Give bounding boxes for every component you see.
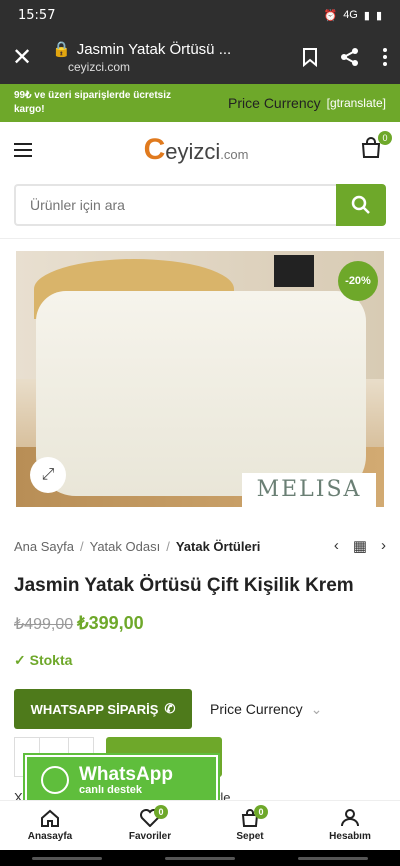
favorites-count-badge: 0 bbox=[154, 805, 168, 819]
whatsapp-icon: ✆ bbox=[164, 701, 176, 716]
gtranslate-widget[interactable]: [gtranslate] bbox=[327, 96, 386, 110]
browser-titles: 🔒 Jasmin Yatak Örtüsü ... ceyizci.com bbox=[42, 40, 302, 75]
user-icon bbox=[341, 809, 359, 827]
site-logo[interactable]: Ceyizci.com bbox=[32, 133, 360, 167]
nav-account[interactable]: Hesabım bbox=[300, 801, 400, 850]
system-navigation-bar bbox=[0, 850, 400, 866]
signal-icon: ▮ bbox=[363, 9, 370, 22]
alarm-icon: ⏰ bbox=[323, 9, 338, 22]
price-block: ₺499,00 ₺399,00 bbox=[14, 613, 386, 634]
share-icon[interactable] bbox=[340, 47, 360, 67]
search-icon bbox=[351, 195, 370, 214]
tv-shape bbox=[274, 255, 314, 287]
breadcrumb: Ana Sayfa / Yatak Odası / Yatak Örtüleri… bbox=[14, 537, 386, 555]
whatsapp-support-button[interactable]: WhatsApp canlı destek bbox=[25, 755, 218, 805]
status-time: 15:57 bbox=[18, 7, 56, 23]
status-bar: 15:57 ⏰ 4G ▮ ▮ bbox=[0, 0, 400, 30]
status-icons: ⏰ 4G ▮ ▮ bbox=[323, 9, 382, 22]
search-button[interactable] bbox=[336, 184, 386, 226]
breadcrumb-current: Yatak Örtüleri bbox=[175, 538, 261, 554]
chevron-down-icon: ⌄ bbox=[310, 700, 323, 717]
sale-price: ₺399,00 bbox=[77, 613, 144, 633]
battery-icon: ▮ bbox=[375, 9, 382, 22]
stock-status: ✓ Stokta bbox=[14, 652, 73, 668]
nav-home[interactable]: Anasayfa bbox=[0, 801, 100, 850]
nav-cart[interactable]: 0 Sepet bbox=[200, 801, 300, 850]
prev-product-icon[interactable]: ‹ bbox=[334, 537, 339, 555]
currency-selector[interactable]: Price Currency bbox=[228, 95, 321, 111]
product-title: Jasmin Yatak Örtüsü Çift Kişilik Krem bbox=[14, 575, 354, 596]
site-header: Ceyizci.com 0 bbox=[0, 122, 400, 178]
page-domain: ceyizci.com bbox=[68, 60, 131, 74]
bookmark-icon[interactable] bbox=[302, 47, 318, 67]
search-bar bbox=[14, 184, 386, 226]
zoom-icon[interactable]: ⤢ bbox=[30, 457, 66, 493]
divider bbox=[0, 238, 400, 239]
whatsapp-order-button[interactable]: WHATSAPP SİPARİŞ ✆ bbox=[14, 689, 192, 729]
bedspread-shape bbox=[36, 291, 366, 496]
whatsapp-icon bbox=[41, 766, 69, 794]
lock-icon: 🔒 bbox=[52, 41, 71, 58]
bottom-navigation: Anasayfa 0 Favoriler 0 Sepet Hesabım bbox=[0, 800, 400, 850]
discount-badge: -20% bbox=[338, 261, 378, 301]
menu-icon[interactable] bbox=[14, 139, 32, 161]
free-shipping-message: 99₺ ve üzeri siparişlerde ücretsiz kargo… bbox=[14, 90, 171, 115]
next-product-icon[interactable]: › bbox=[381, 537, 386, 555]
order-actions: WHATSAPP SİPARİŞ ✆ Price Currency ⌄ bbox=[14, 689, 386, 729]
nav-favorites[interactable]: 0 Favoriler bbox=[100, 801, 200, 850]
network-label: 4G bbox=[343, 9, 358, 21]
more-options-icon[interactable] bbox=[382, 47, 388, 67]
breadcrumb-bedroom[interactable]: Yatak Odası bbox=[90, 539, 161, 554]
breadcrumb-home[interactable]: Ana Sayfa bbox=[14, 539, 74, 554]
cart-count-badge: 0 bbox=[254, 805, 268, 819]
checkmark-icon: ✓ bbox=[14, 652, 26, 668]
close-tab-icon[interactable]: ✕ bbox=[12, 43, 42, 72]
header-cart-button[interactable]: 0 bbox=[360, 130, 392, 164]
brand-label: MELISA bbox=[242, 473, 376, 507]
browser-toolbar: ✕ 🔒 Jasmin Yatak Örtüsü ... ceyizci.com bbox=[0, 30, 400, 84]
cart-count-badge: 0 bbox=[378, 130, 392, 145]
promo-bar: 99₺ ve üzeri siparişlerde ücretsiz kargo… bbox=[0, 84, 400, 122]
product-image[interactable]: -20% ⤢ MELISA bbox=[16, 251, 384, 507]
search-input[interactable] bbox=[14, 184, 336, 226]
old-price: ₺499,00 bbox=[14, 616, 74, 633]
home-icon bbox=[41, 809, 59, 827]
page-title: Jasmin Yatak Örtüsü ... bbox=[76, 40, 232, 58]
price-currency-dropdown[interactable]: Price Currency ⌄ bbox=[210, 701, 322, 718]
grid-view-icon[interactable]: ▦ bbox=[353, 537, 367, 555]
